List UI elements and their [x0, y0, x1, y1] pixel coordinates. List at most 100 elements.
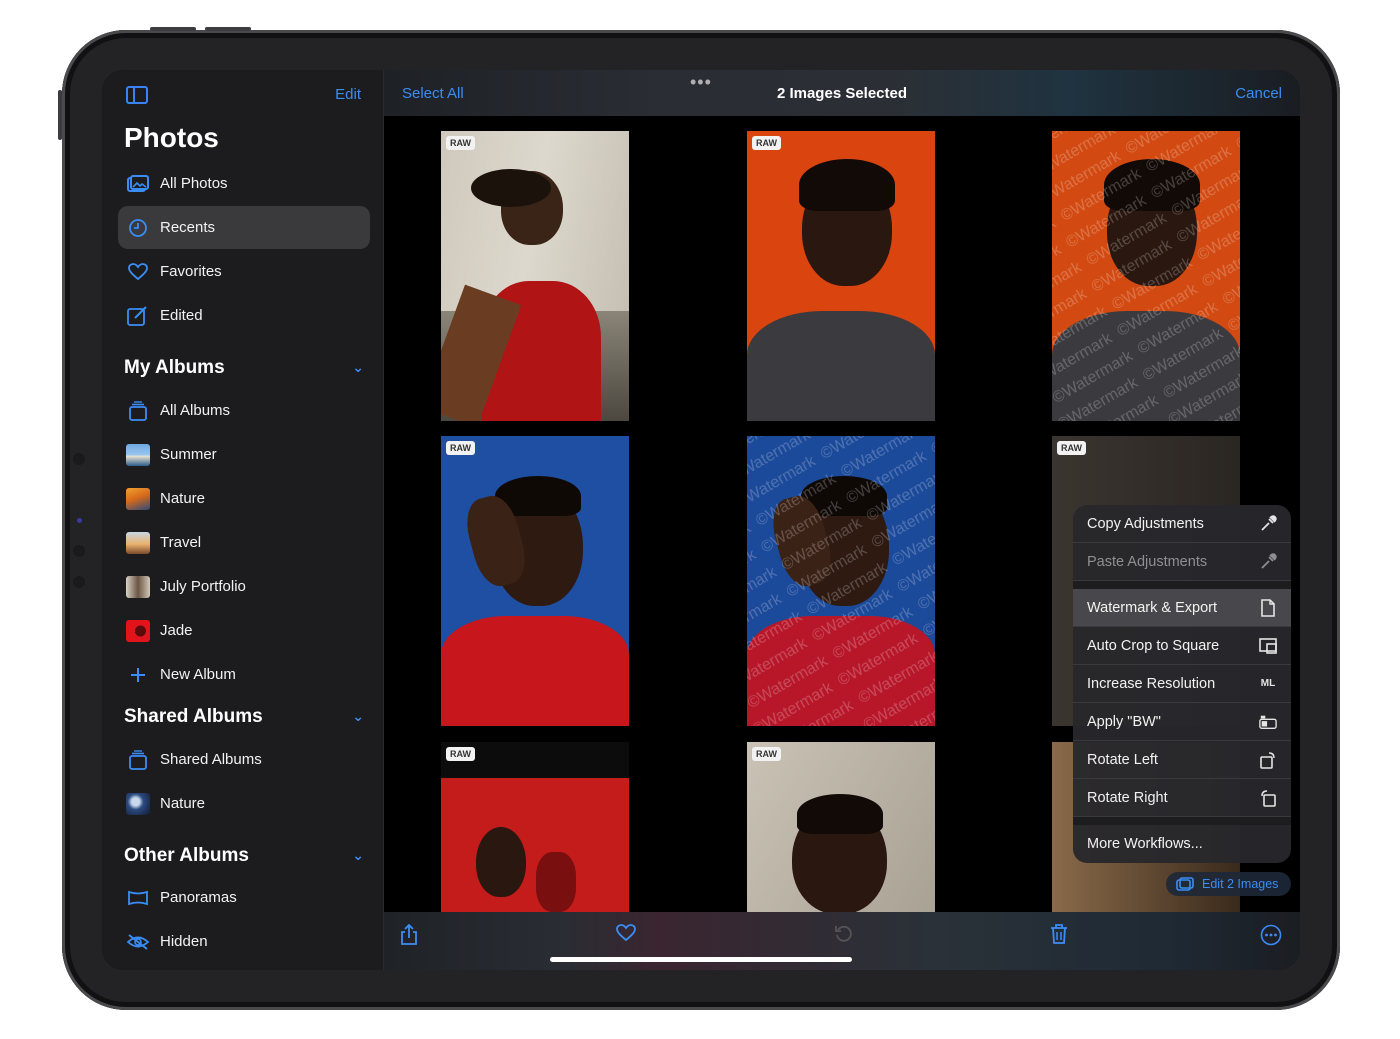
rotate-left-icon	[1259, 751, 1277, 769]
sidebar-item-label: Panoramas	[160, 889, 237, 906]
sidebar-item-label: New Album	[160, 666, 236, 683]
menu-item-label: Rotate Left	[1087, 751, 1158, 768]
panorama-icon	[126, 887, 150, 909]
sidebar-item-shared-albums[interactable]: Shared Albums	[118, 738, 370, 781]
sidebar-item-travel[interactable]: Travel	[118, 521, 370, 564]
camera-dot	[73, 545, 85, 557]
raw-badge: RAW	[446, 441, 475, 455]
sidebar-toggle-icon[interactable]	[126, 86, 148, 104]
photo-thumbnail[interactable]: RAW	[441, 131, 629, 421]
menu-item-increase-resolution[interactable]: Increase Resolution ML	[1073, 665, 1291, 703]
trash-icon[interactable]	[1050, 924, 1068, 950]
watermark-overlay: ©Watermark ©Watermark ©Watermark ©Waterm…	[1052, 131, 1240, 421]
menu-item-apply-bw[interactable]: Apply "BW"	[1073, 703, 1291, 741]
photo-thumbnail-watermarked[interactable]: ©Watermark ©Watermark ©Watermark ©Waterm…	[1052, 131, 1240, 421]
album-thumbnail	[126, 575, 150, 598]
new-album-button[interactable]: New Album	[118, 653, 370, 696]
menu-item-rotate-right[interactable]: Rotate Right	[1073, 779, 1291, 817]
menu-item-watermark-export[interactable]: Watermark & Export	[1073, 589, 1291, 627]
sidebar-item-label: All Albums	[160, 402, 231, 419]
chevron-down-icon[interactable]: ⌄	[352, 708, 364, 725]
chevron-down-icon[interactable]: ⌄	[352, 359, 364, 376]
sidebar-item-label: All Photos	[160, 175, 228, 192]
sidebar-item-favorites[interactable]: Favorites	[118, 250, 370, 293]
photo-thumbnail[interactable]: RAW	[747, 131, 935, 421]
menu-item-auto-crop[interactable]: Auto Crop to Square	[1073, 627, 1291, 665]
menu-item-label: Watermark & Export	[1087, 599, 1217, 616]
sidebar-item-all-albums[interactable]: All Albums	[118, 389, 370, 432]
sidebar-item-recents[interactable]: Recents	[118, 206, 370, 249]
menu-item-rotate-left[interactable]: Rotate Left	[1073, 741, 1291, 779]
menu-item-label: Auto Crop to Square	[1087, 637, 1220, 654]
sidebar-item-jade[interactable]: Jade	[118, 609, 370, 652]
photo-thumbnail-watermarked[interactable]: ©Watermark ©Watermark ©Watermark ©Waterm…	[747, 436, 935, 726]
eyedropper-icon	[1259, 514, 1277, 533]
heart-icon	[126, 261, 150, 283]
section-shared-albums[interactable]: Shared Albums ⌄	[124, 706, 364, 728]
camera-dot	[73, 576, 85, 588]
screen: Edit Photos All Photos Recents Favorites…	[102, 70, 1300, 970]
sidebar-item-panoramas[interactable]: Panoramas	[118, 876, 370, 919]
chevron-down-icon[interactable]: ⌄	[352, 847, 364, 864]
menu-item-more-workflows[interactable]: More Workflows...	[1073, 825, 1291, 863]
sidebar-item-july-portfolio[interactable]: July Portfolio	[118, 565, 370, 608]
sidebar-item-label: Favorites	[160, 263, 222, 280]
home-indicator	[550, 957, 852, 962]
section-title: Other Albums	[124, 845, 249, 866]
sidebar-item-label: Summer	[160, 446, 217, 463]
album-thumbnail	[126, 443, 150, 466]
volume-button	[205, 27, 251, 31]
menu-item-label: Copy Adjustments	[1087, 515, 1204, 532]
watermark-overlay: ©Watermark ©Watermark ©Watermark ©Waterm…	[747, 436, 935, 726]
album-thumbnail	[126, 531, 150, 554]
sidebar-edit-button[interactable]: Edit	[335, 86, 361, 103]
camera-lens	[77, 518, 82, 523]
photo-thumbnail[interactable]: RAW	[441, 742, 629, 912]
menu-divider	[1073, 817, 1291, 825]
plus-icon	[126, 664, 150, 686]
section-other-albums[interactable]: Other Albums ⌄	[124, 845, 364, 867]
edit-images-label: Edit 2 Images	[1202, 877, 1279, 891]
more-circle-icon[interactable]	[1260, 924, 1282, 952]
sidebar-item-label: Nature	[160, 795, 206, 812]
volume-button	[150, 27, 196, 31]
sidebar-item-summer[interactable]: Summer	[118, 433, 370, 476]
sidebar-item-shared-nature[interactable]: Nature	[118, 782, 370, 825]
sidebar-item-nature[interactable]: Nature	[118, 477, 370, 520]
rotate-right-icon	[1259, 789, 1277, 807]
selection-title: 2 Images Selected	[776, 85, 908, 102]
raw-badge: RAW	[1057, 441, 1086, 455]
section-my-albums[interactable]: My Albums ⌄	[124, 357, 364, 379]
album-thumbnail	[126, 619, 150, 642]
selection-toolbar: Select All ••• 2 Images Selected Cancel	[384, 70, 1300, 116]
shared-albums-icon	[126, 749, 150, 771]
crop-icon	[1259, 637, 1277, 655]
sidebar: Edit Photos All Photos Recents Favorites…	[102, 70, 384, 970]
sidebar-item-all-photos[interactable]: All Photos	[118, 162, 370, 205]
menu-item-label: More Workflows...	[1087, 836, 1203, 852]
album-thumbnail	[126, 792, 150, 815]
sidebar-item-hidden[interactable]: Hidden	[118, 920, 370, 963]
section-title: Shared Albums	[124, 706, 263, 727]
workflows-context-menu: Copy Adjustments Paste Adjustments Water…	[1073, 505, 1291, 863]
share-icon[interactable]	[400, 923, 418, 952]
sidebar-item-edited[interactable]: Edited	[118, 294, 370, 337]
sidebar-item-label: Travel	[160, 534, 202, 551]
menu-item-copy-adjustments[interactable]: Copy Adjustments	[1073, 505, 1291, 543]
raw-badge: RAW	[752, 136, 781, 150]
raw-badge: RAW	[446, 136, 475, 150]
preset-icon	[1259, 713, 1277, 731]
photo-thumbnail[interactable]: RAW	[747, 742, 935, 912]
sidebar-item-label: Edited	[160, 307, 203, 324]
section-title: My Albums	[124, 357, 225, 378]
eyedropper-icon	[1259, 552, 1277, 571]
heart-icon[interactable]	[616, 924, 636, 948]
photo-thumbnail[interactable]: RAW	[441, 436, 629, 726]
top-button	[58, 90, 62, 140]
cancel-button[interactable]: Cancel	[1235, 85, 1282, 102]
album-thumbnail	[126, 487, 150, 510]
menu-item-paste-adjustments: Paste Adjustments	[1073, 543, 1291, 581]
menu-divider	[1073, 581, 1291, 589]
albums-icon	[126, 400, 150, 422]
edit-images-button[interactable]: Edit 2 Images	[1166, 872, 1291, 896]
